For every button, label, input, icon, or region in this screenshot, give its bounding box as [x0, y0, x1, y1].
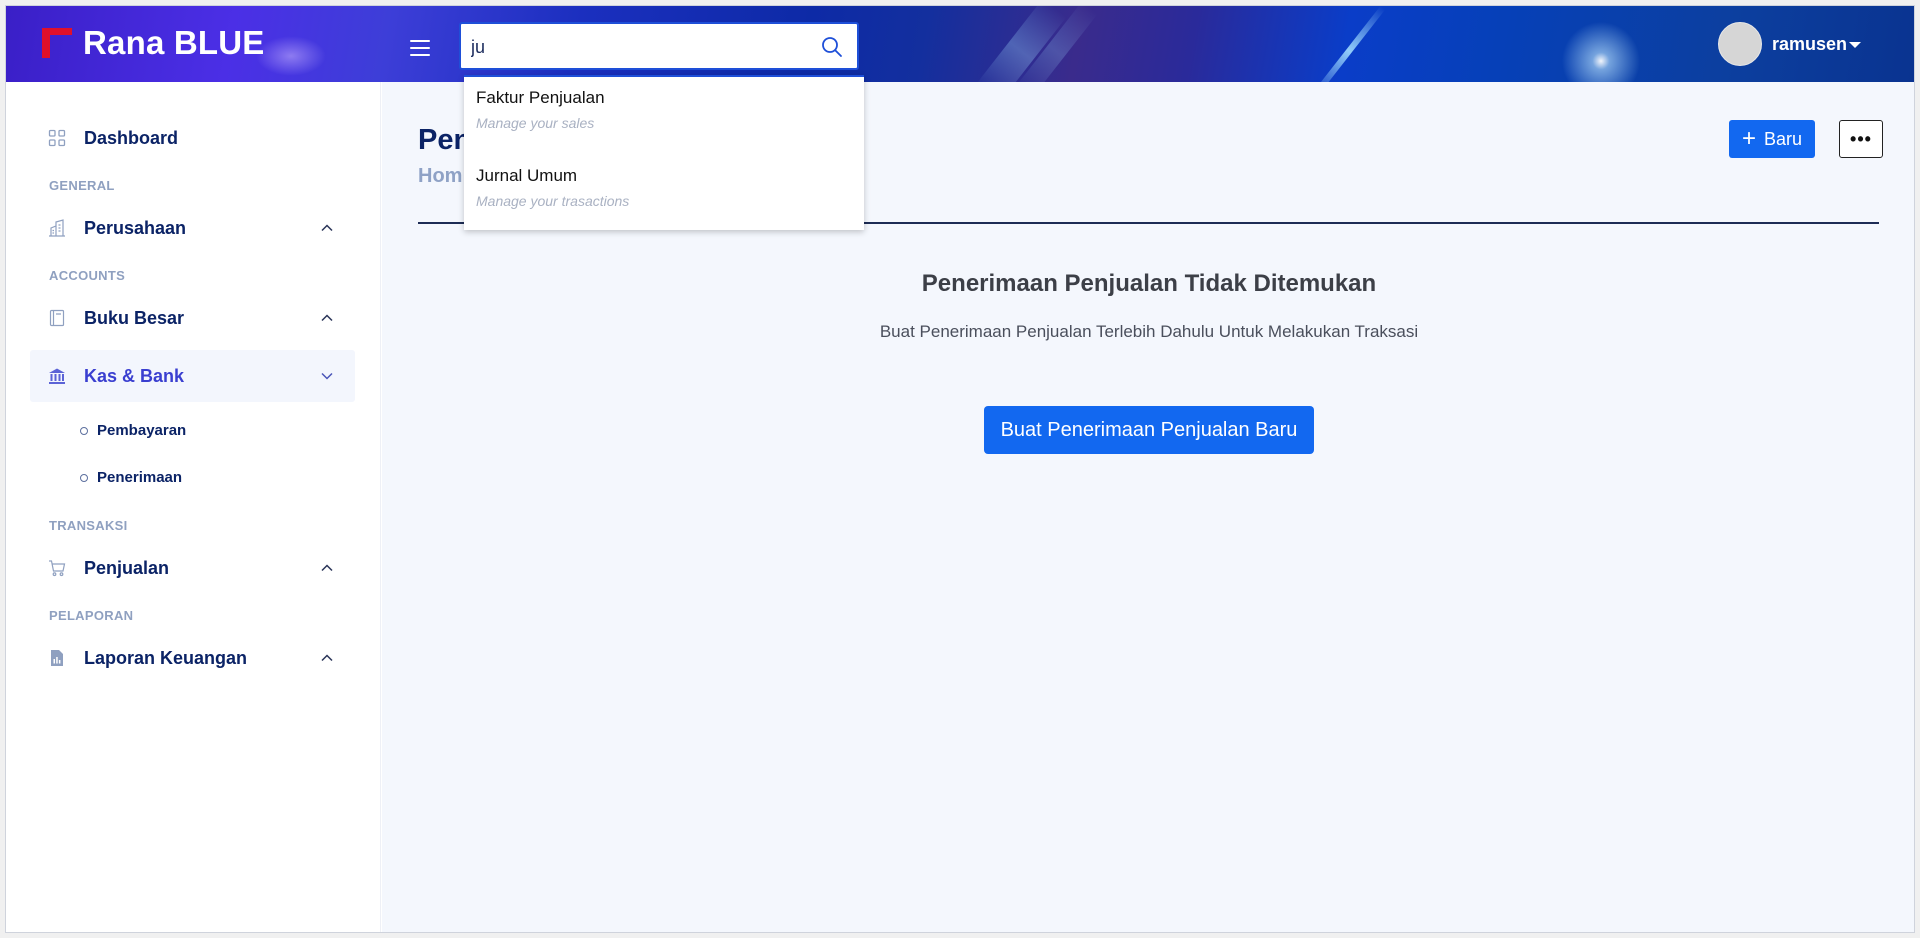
- grid-icon: [48, 129, 66, 147]
- new-button-label: Baru: [1763, 128, 1803, 149]
- section-label-pelaporan: PELAPORAN: [49, 608, 134, 623]
- book-icon: [49, 309, 65, 327]
- avatar[interactable]: [1718, 22, 1762, 66]
- sidebar-item-penjualan[interactable]: Penjualan: [30, 542, 355, 594]
- empty-state-subtitle: Buat Penerimaan Penjualan Terlebih Dahul…: [879, 322, 1419, 341]
- circle-bullet-icon: [80, 426, 88, 435]
- building-icon: [49, 219, 65, 237]
- plus-icon: +: [1741, 125, 1756, 152]
- search-result-subtitle: Manage your sales: [476, 115, 595, 131]
- caret-down-icon[interactable]: [1849, 42, 1861, 48]
- app-window: Rana BLUE ramusen Dashboard GENERAL: [5, 5, 1915, 933]
- create-receipt-button[interactable]: Buat Penerimaan Penjualan Baru: [984, 406, 1314, 454]
- search-results-dropdown: Faktur Penjualan Manage your sales Jurna…: [464, 75, 864, 230]
- sidebar-subitem-label: Penerimaan: [97, 469, 183, 486]
- chevron-up-icon[interactable]: [320, 221, 334, 235]
- breadcrumb[interactable]: Hom: [418, 165, 462, 188]
- search-result-subtitle: Manage your trasactions: [476, 193, 630, 209]
- sidebar-item-buku-besar[interactable]: Buku Besar: [30, 292, 355, 344]
- sidebar-item-label: Buku Besar: [84, 307, 185, 328]
- sidebar-item-dashboard[interactable]: Dashboard: [30, 112, 355, 164]
- new-button[interactable]: + Baru: [1729, 120, 1815, 158]
- sidebar-item-label: Perusahaan: [84, 217, 187, 238]
- sidebar-subitem-penerimaan[interactable]: Penerimaan: [80, 469, 182, 486]
- search-box: [459, 22, 859, 70]
- search-result-item[interactable]: Jurnal Umum Manage your trasactions: [464, 155, 864, 227]
- top-header: Rana BLUE ramusen: [6, 6, 1914, 106]
- sidebar-item-laporan-keuangan[interactable]: Laporan Keuangan: [30, 632, 355, 684]
- search-result-title: Faktur Penjualan: [476, 88, 605, 107]
- sidebar-item-label: Kas & Bank: [84, 365, 185, 386]
- sidebar: Dashboard GENERAL Perusahaan ACCOUNTS Bu…: [6, 82, 381, 932]
- menu-toggle-icon[interactable]: [410, 40, 430, 56]
- cart-icon: [49, 560, 66, 577]
- sidebar-item-perusahaan[interactable]: Perusahaan: [30, 202, 355, 254]
- sidebar-item-kas-bank[interactable]: Kas & Bank: [30, 350, 355, 402]
- sidebar-item-label: Laporan Keuangan: [84, 647, 248, 668]
- bank-icon: [49, 368, 65, 384]
- section-label-general: GENERAL: [49, 178, 115, 193]
- more-options-button[interactable]: •••: [1839, 120, 1883, 158]
- circle-bullet-icon: [80, 473, 88, 482]
- user-name[interactable]: ramusen: [1772, 34, 1847, 55]
- header-glow: [256, 36, 326, 76]
- sidebar-subitem-pembayaran[interactable]: Pembayaran: [80, 422, 186, 439]
- section-label-accounts: ACCOUNTS: [49, 268, 126, 283]
- sidebar-item-label: Dashboard: [84, 127, 179, 148]
- app-name: Rana BLUE: [83, 24, 265, 61]
- search-result-title: Jurnal Umum: [476, 166, 578, 185]
- chevron-down-icon[interactable]: [320, 369, 334, 383]
- search-input[interactable]: [471, 34, 811, 60]
- chevron-up-icon[interactable]: [320, 561, 334, 575]
- empty-state-title: Penerimaan Penjualan Tidak Ditemukan: [921, 270, 1377, 297]
- search-result-item[interactable]: Faktur Penjualan Manage your sales: [464, 77, 864, 149]
- chevron-up-icon[interactable]: [320, 651, 334, 665]
- sidebar-subitem-label: Pembayaran: [97, 422, 187, 439]
- report-icon: [51, 650, 63, 666]
- search-icon[interactable]: [821, 36, 843, 58]
- logo-icon: [42, 28, 72, 58]
- section-label-transaksi: TRANSAKSI: [49, 518, 128, 533]
- chevron-up-icon[interactable]: [320, 311, 334, 325]
- sidebar-item-label: Penjualan: [84, 557, 170, 578]
